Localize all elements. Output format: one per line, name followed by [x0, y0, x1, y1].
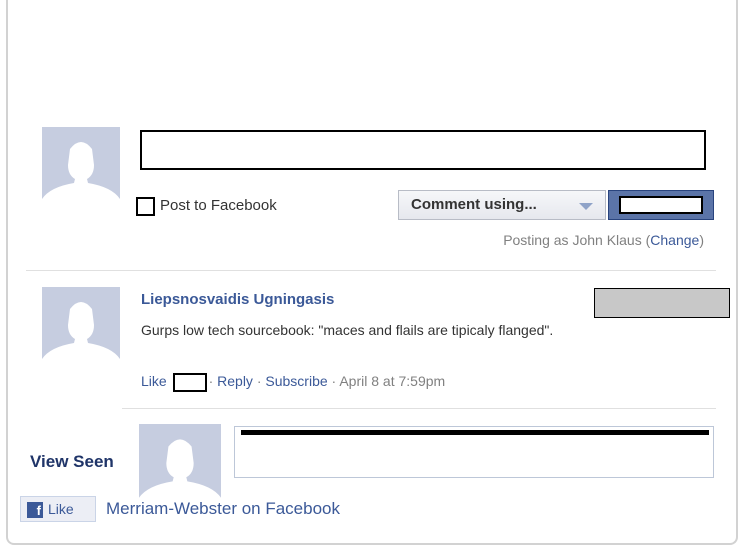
reply-input[interactable]	[234, 426, 714, 478]
separator: ·	[331, 373, 337, 390]
reply-avatar	[139, 424, 221, 506]
view-seen-label: View Seen	[30, 452, 114, 471]
comment-using-dropdown[interactable]: Comment using...	[398, 190, 606, 220]
commenter-avatar	[42, 287, 120, 367]
facebook-like-button[interactable]: f Like	[20, 496, 96, 522]
subscribe-link[interactable]: Subscribe	[265, 373, 327, 389]
comment-submit-button[interactable]	[608, 190, 714, 220]
reply-divider	[122, 408, 716, 409]
like-link[interactable]: Like	[141, 373, 167, 389]
separator: ·	[208, 373, 214, 390]
change-link[interactable]: Change	[650, 232, 699, 248]
posting-as-text: Posting as John Klaus	[503, 232, 642, 248]
comment-input[interactable]	[140, 130, 706, 170]
comment-body: Gurps low tech sourcebook: "maces and fl…	[141, 322, 554, 338]
default-profile-icon	[42, 287, 120, 367]
user-avatar	[42, 127, 120, 207]
default-profile-icon	[139, 424, 221, 506]
merriam-webster-facebook-link[interactable]: Merriam-Webster on Facebook	[106, 499, 340, 519]
comment-author-link[interactable]: Liepsnosvaidis Ugningasis	[141, 291, 334, 308]
facebook-like-label: Like	[48, 501, 74, 517]
post-to-facebook-checkbox[interactable]	[136, 197, 155, 216]
reply-input-bar-gap	[241, 435, 707, 437]
chevron-down-icon	[579, 203, 593, 210]
divider	[26, 270, 716, 271]
separator: ·	[256, 373, 262, 390]
like-count-box	[172, 373, 207, 392]
comment-using-label: Comment using...	[411, 196, 537, 213]
facebook-icon: f	[27, 502, 43, 518]
default-profile-icon	[42, 127, 120, 207]
posting-as: Posting as John Klaus (Change)	[503, 232, 704, 248]
comment-timestamp: April 8 at 7:59pm	[339, 373, 446, 390]
reply-link[interactable]: Reply	[217, 373, 253, 389]
submit-button-label-box	[619, 196, 703, 214]
comment-menu-placeholder[interactable]	[594, 288, 730, 318]
comment-actions: Like · Reply · Subscribe · April 8 at 7:…	[141, 373, 445, 392]
post-to-facebook-label: Post to Facebook	[160, 197, 277, 214]
